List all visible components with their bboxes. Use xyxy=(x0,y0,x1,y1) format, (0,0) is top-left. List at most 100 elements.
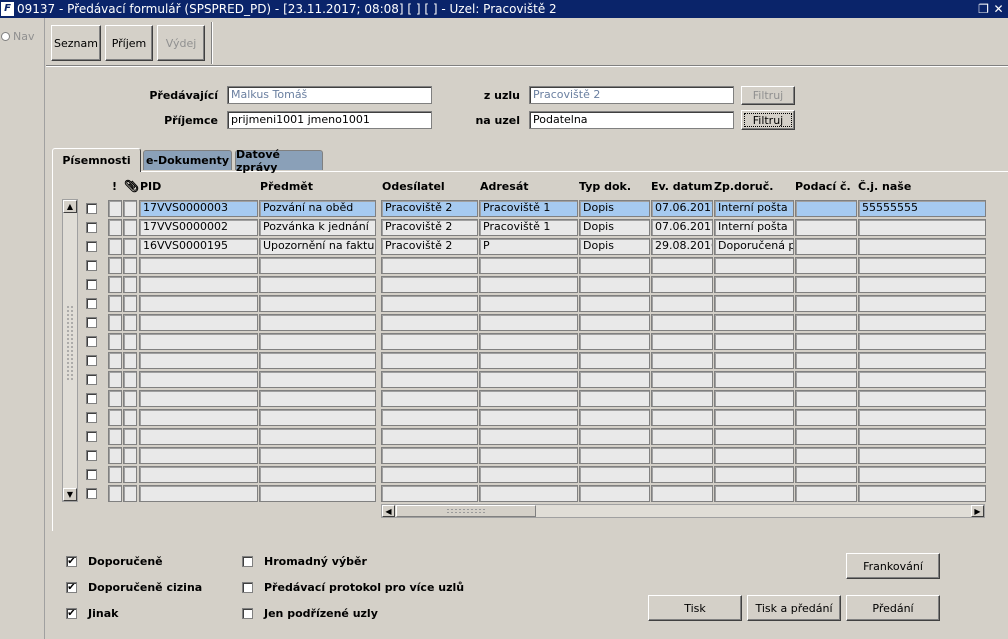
cell-odesilatel[interactable] xyxy=(381,447,478,464)
close-icon[interactable]: ✕ xyxy=(992,0,1005,18)
row-select-checkbox[interactable] xyxy=(86,355,97,366)
cell-predmet[interactable] xyxy=(259,295,376,312)
cell-cj[interactable] xyxy=(858,485,986,502)
row-marker-cell[interactable] xyxy=(123,333,137,350)
cell-pid[interactable] xyxy=(139,257,258,274)
cell-podaci[interactable] xyxy=(795,428,857,445)
doporucene-checkbox[interactable]: ✔ xyxy=(66,556,77,567)
cell-odesilatel[interactable] xyxy=(381,257,478,274)
row-marker-cell[interactable] xyxy=(108,238,122,255)
cell-ev[interactable] xyxy=(651,257,713,274)
cell-podaci[interactable] xyxy=(795,276,857,293)
cell-cj[interactable] xyxy=(858,447,986,464)
cell-pid[interactable]: 17VVS0000003 xyxy=(139,200,258,217)
cell-pid[interactable] xyxy=(139,409,258,426)
cell-ev[interactable]: 07.06.2017 xyxy=(651,219,713,236)
cell-pid[interactable] xyxy=(139,447,258,464)
cell-ev[interactable] xyxy=(651,371,713,388)
row-marker-cell[interactable] xyxy=(108,200,122,217)
row-marker-cell[interactable] xyxy=(108,257,122,274)
cell-pid[interactable] xyxy=(139,295,258,312)
cell-zp[interactable] xyxy=(714,333,794,350)
cell-odesilatel[interactable] xyxy=(381,314,478,331)
cell-predmet[interactable] xyxy=(259,276,376,293)
cell-cj[interactable] xyxy=(858,371,986,388)
cell-zp[interactable] xyxy=(714,390,794,407)
cell-pid[interactable] xyxy=(139,428,258,445)
row-marker-cell[interactable] xyxy=(123,276,137,293)
cell-adresat[interactable] xyxy=(479,295,578,312)
cell-pid[interactable] xyxy=(139,314,258,331)
cell-podaci[interactable] xyxy=(795,466,857,483)
cell-zp[interactable] xyxy=(714,276,794,293)
cell-predmet[interactable] xyxy=(259,371,376,388)
cell-podaci[interactable] xyxy=(795,352,857,369)
cell-typ[interactable] xyxy=(579,276,650,293)
cell-odesilatel[interactable] xyxy=(381,371,478,388)
col-header-pid[interactable]: PID xyxy=(140,180,161,193)
cell-zp[interactable]: Doporučená pošta xyxy=(714,238,794,255)
cell-podaci[interactable] xyxy=(795,390,857,407)
cell-predmet[interactable] xyxy=(259,466,376,483)
cell-podaci[interactable] xyxy=(795,238,857,255)
cell-zp[interactable] xyxy=(714,295,794,312)
scroll-thumb[interactable] xyxy=(66,305,74,380)
cell-odesilatel[interactable] xyxy=(381,333,478,350)
cell-podaci[interactable] xyxy=(795,447,857,464)
frankovani-button[interactable]: Frankování xyxy=(846,553,940,579)
row-marker-cell[interactable] xyxy=(108,352,122,369)
cell-adresat[interactable] xyxy=(479,409,578,426)
cell-pid[interactable]: 17VVS0000002 xyxy=(139,219,258,236)
cell-ev[interactable] xyxy=(651,466,713,483)
cell-zp[interactable] xyxy=(714,257,794,274)
cell-ev[interactable] xyxy=(651,314,713,331)
cell-odesilatel[interactable] xyxy=(381,409,478,426)
cell-adresat[interactable] xyxy=(479,314,578,331)
row-select-checkbox[interactable] xyxy=(86,469,97,480)
vydej-button[interactable]: Výdej xyxy=(157,25,205,61)
cell-zp[interactable]: Interní pošta xyxy=(714,200,794,217)
cell-zp[interactable] xyxy=(714,352,794,369)
row-select-checkbox[interactable] xyxy=(86,336,97,347)
cell-adresat[interactable]: Pracoviště 1 xyxy=(479,200,578,217)
cell-odesilatel[interactable] xyxy=(381,276,478,293)
seznam-button[interactable]: Seznam xyxy=(51,25,101,61)
cell-adresat[interactable] xyxy=(479,352,578,369)
cell-ev[interactable]: 07.06.2017 xyxy=(651,200,713,217)
cell-predmet[interactable]: Pozvánka k jednání xyxy=(259,219,376,236)
cell-odesilatel[interactable] xyxy=(381,295,478,312)
cell-odesilatel[interactable] xyxy=(381,352,478,369)
cell-pid[interactable] xyxy=(139,333,258,350)
prijemce-field[interactable]: prijmeni1001 jmeno1001 xyxy=(227,111,432,129)
cell-odesilatel[interactable] xyxy=(381,485,478,502)
cell-ev[interactable] xyxy=(651,428,713,445)
row-select-checkbox[interactable] xyxy=(86,488,97,499)
cell-podaci[interactable] xyxy=(795,295,857,312)
predavaci-protokol-checkbox[interactable] xyxy=(242,582,253,593)
cell-typ[interactable] xyxy=(579,352,650,369)
row-select-checkbox[interactable] xyxy=(86,393,97,404)
cell-odesilatel[interactable]: Pracoviště 2 xyxy=(381,200,478,217)
row-marker-cell[interactable] xyxy=(123,219,137,236)
cell-podaci[interactable] xyxy=(795,371,857,388)
row-marker-cell[interactable] xyxy=(123,466,137,483)
row-marker-cell[interactable] xyxy=(108,371,122,388)
cell-cj[interactable] xyxy=(858,352,986,369)
cell-typ[interactable] xyxy=(579,485,650,502)
row-marker-cell[interactable] xyxy=(108,314,122,331)
cell-zp[interactable] xyxy=(714,428,794,445)
prijem-button[interactable]: Příjem xyxy=(105,25,153,61)
scroll-down-icon[interactable]: ▼ xyxy=(63,488,77,501)
row-select-checkbox[interactable] xyxy=(86,431,97,442)
cell-pid[interactable] xyxy=(139,276,258,293)
cell-predmet[interactable] xyxy=(259,409,376,426)
scroll-right-icon[interactable]: ▶ xyxy=(971,505,984,517)
cell-podaci[interactable] xyxy=(795,485,857,502)
cell-typ[interactable] xyxy=(579,466,650,483)
tisk-a-predani-button[interactable]: Tisk a předání xyxy=(747,595,841,621)
cell-zp[interactable] xyxy=(714,447,794,464)
col-header-odesilatel[interactable]: Odesílatel xyxy=(382,180,445,193)
cell-typ[interactable] xyxy=(579,409,650,426)
cell-podaci[interactable] xyxy=(795,219,857,236)
cell-typ[interactable] xyxy=(579,371,650,388)
